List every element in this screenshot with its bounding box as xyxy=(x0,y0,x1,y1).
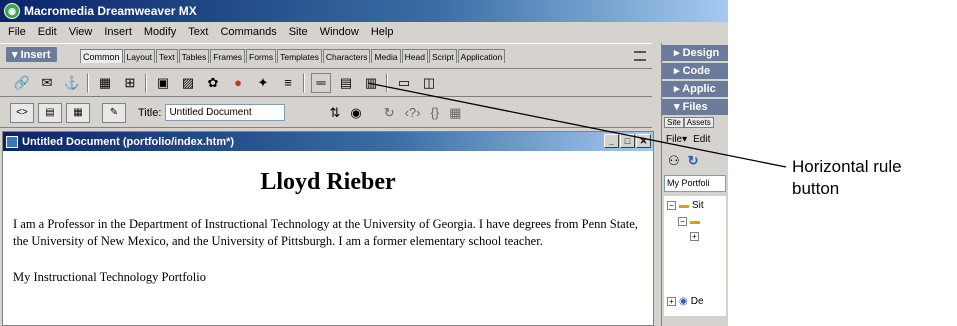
callout-label: Horizontal rule button xyxy=(792,156,902,200)
callout-line-2: button xyxy=(792,179,840,198)
callout-line-1: Horizontal rule xyxy=(792,157,902,176)
